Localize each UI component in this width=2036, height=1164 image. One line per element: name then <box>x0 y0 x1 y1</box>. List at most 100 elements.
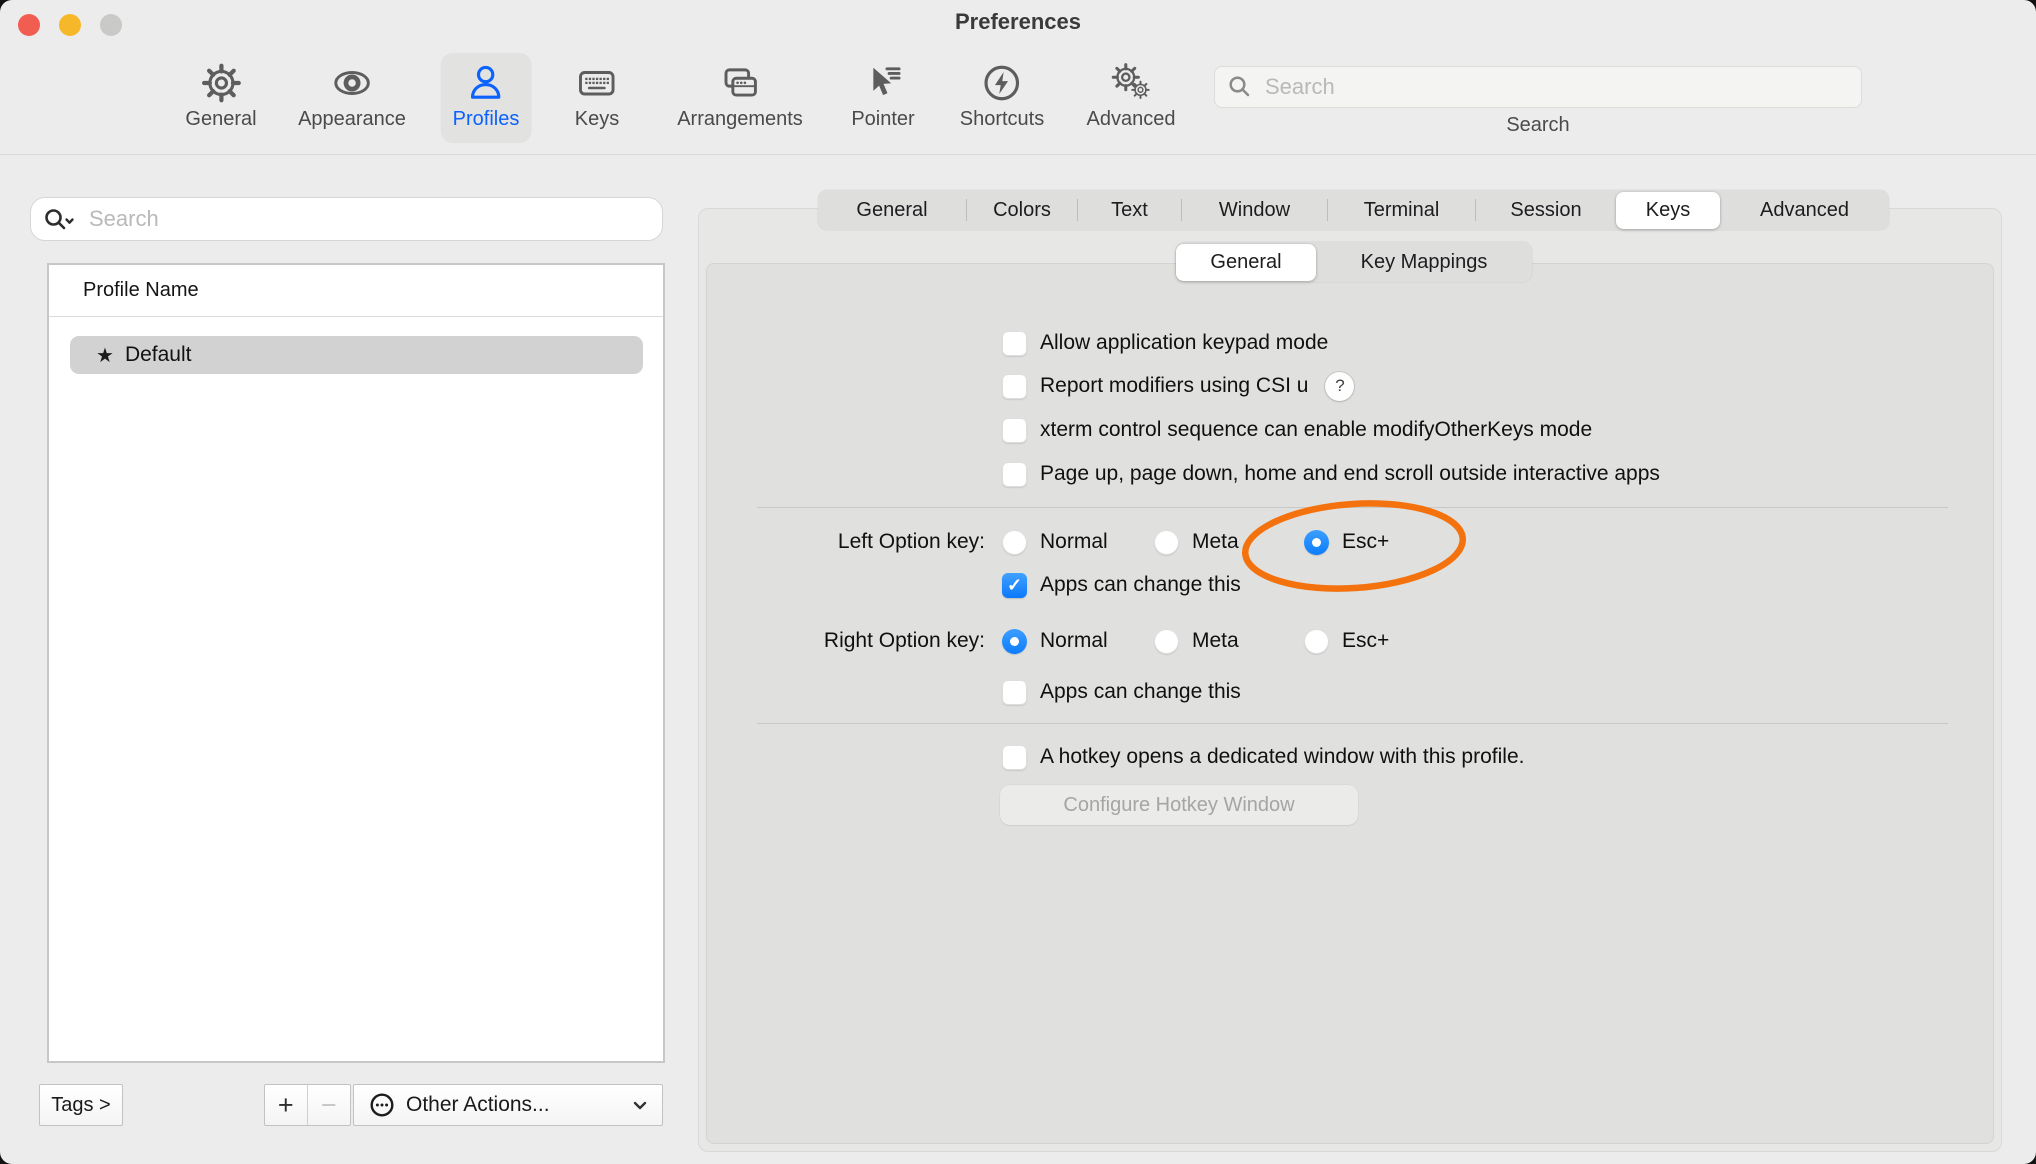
search-icon <box>1227 74 1253 100</box>
checkbox-label: xterm control sequence can enable modify… <box>1040 415 1592 445</box>
radio-button[interactable] <box>1154 629 1179 654</box>
gears-icon <box>1109 59 1153 107</box>
toolbar-item-shortcuts[interactable]: Shortcuts <box>948 53 1056 143</box>
preferences-window: Preferences General Appearance Profiles … <box>0 0 2036 1164</box>
checkbox-hotkey[interactable] <box>1002 745 1027 770</box>
configure-hotkey-window-button: Configure Hotkey Window <box>1000 785 1358 825</box>
tab-text[interactable]: Text <box>1078 190 1181 230</box>
toolbar-item-label: Advanced <box>1087 108 1176 131</box>
subtab-general[interactable]: General <box>1176 244 1316 281</box>
radio-right-option-esc[interactable]: Esc+ <box>1304 626 1389 656</box>
bolt-icon <box>981 59 1023 107</box>
tab-general[interactable]: General <box>818 190 966 230</box>
tags-button[interactable]: Tags > <box>39 1084 123 1126</box>
keyboard-icon <box>576 59 618 107</box>
radio-button[interactable] <box>1002 530 1027 555</box>
toolbar-search-caption: Search <box>1214 114 1862 137</box>
checkbox-checked[interactable]: ✓ <box>1002 573 1027 598</box>
radio-left-option-normal[interactable]: Normal <box>1002 527 1108 557</box>
radio-left-option-meta[interactable]: Meta <box>1154 527 1239 557</box>
checkbox-label: Apps can change this <box>1040 677 1241 707</box>
search-filter-icon <box>43 206 77 232</box>
toolbar-item-general[interactable]: General <box>173 53 268 143</box>
radio-left-option-esc[interactable]: Esc+ <box>1304 527 1389 557</box>
toolbar-item-profiles[interactable]: Profiles <box>441 53 532 143</box>
tab-advanced[interactable]: Advanced <box>1720 190 1889 230</box>
tab-keys[interactable]: Keys <box>1616 192 1720 229</box>
toolbar-item-label: Pointer <box>851 108 914 131</box>
radio-button-selected[interactable] <box>1002 629 1027 654</box>
checkbox-csi-u[interactable] <box>1002 374 1027 399</box>
tab-session[interactable]: Session <box>1476 190 1616 230</box>
other-actions-label: Other Actions... <box>406 1093 550 1117</box>
row-hotkey-window[interactable]: A hotkey opens a dedicated window with t… <box>1002 742 1524 772</box>
row-csi-u[interactable]: Report modifiers using CSI u ? <box>1002 371 1354 401</box>
other-actions-button[interactable]: Other Actions... <box>353 1084 663 1126</box>
add-remove-group: + − <box>264 1084 351 1126</box>
checkbox-label: Report modifiers using CSI u <box>1040 371 1308 401</box>
toolbar-item-appearance[interactable]: Appearance <box>286 53 418 143</box>
row-page-scroll[interactable]: Page up, page down, home and end scroll … <box>1002 459 1660 489</box>
tab-colors[interactable]: Colors <box>967 190 1077 230</box>
toolbar-search-field[interactable] <box>1214 66 1862 108</box>
window-title: Preferences <box>0 9 2036 35</box>
checkbox-label: Allow application keypad mode <box>1040 328 1328 358</box>
toolbar-item-label: Shortcuts <box>960 108 1044 131</box>
keys-subtab-bar: General Key Mappings <box>1176 242 1532 282</box>
radio-label: Normal <box>1040 527 1108 557</box>
toolbar-item-advanced[interactable]: Advanced <box>1075 53 1188 143</box>
profile-list: Profile Name ★ Default <box>47 263 665 1063</box>
radio-right-option-normal[interactable]: Normal <box>1002 626 1108 656</box>
person-icon <box>465 59 507 107</box>
toolbar-divider <box>0 154 2036 155</box>
left-option-key-label: Left Option key: <box>700 527 985 557</box>
remove-profile-button[interactable]: − <box>308 1085 351 1125</box>
tab-terminal[interactable]: Terminal <box>1328 190 1475 230</box>
radio-button[interactable] <box>1154 530 1179 555</box>
row-left-apps-can-change[interactable]: ✓ Apps can change this <box>1002 570 1241 600</box>
checkbox-page-scroll[interactable] <box>1002 462 1027 487</box>
add-profile-button[interactable]: + <box>265 1085 308 1125</box>
section-divider <box>757 723 1948 724</box>
toolbar-item-label: General <box>185 108 256 131</box>
row-right-apps-can-change[interactable]: Apps can change this <box>1002 677 1241 707</box>
section-divider <box>757 507 1948 508</box>
help-button[interactable]: ? <box>1325 372 1354 401</box>
profile-name: Default <box>125 343 192 367</box>
checkbox-keypad-mode[interactable] <box>1002 331 1027 356</box>
star-icon: ★ <box>96 343 114 368</box>
right-option-key-label: Right Option key: <box>700 626 985 656</box>
checkbox-label: Apps can change this <box>1040 570 1241 600</box>
profile-list-header: Profile Name <box>49 265 663 317</box>
toolbar-item-arrangements[interactable]: Arrangements <box>665 53 815 143</box>
profile-search-input[interactable] <box>87 205 650 233</box>
checkbox-unchecked[interactable] <box>1002 680 1027 705</box>
circle-ellipsis-icon <box>369 1092 395 1118</box>
radio-button[interactable] <box>1304 629 1329 654</box>
toolbar-search-input[interactable] <box>1263 73 1849 101</box>
subtab-key-mappings[interactable]: Key Mappings <box>1316 242 1532 282</box>
checkbox-label: A hotkey opens a dedicated window with t… <box>1040 742 1524 772</box>
profile-row-default[interactable]: ★ Default <box>70 336 643 374</box>
radio-label: Meta <box>1192 626 1239 656</box>
tab-window[interactable]: Window <box>1182 190 1327 230</box>
toolbar-item-label: Arrangements <box>677 108 803 131</box>
profile-search-field[interactable] <box>30 197 663 241</box>
radio-label: Esc+ <box>1342 527 1389 557</box>
eye-icon <box>331 59 373 107</box>
row-modify-other-keys[interactable]: xterm control sequence can enable modify… <box>1002 415 1592 445</box>
gear-icon <box>200 59 242 107</box>
radio-right-option-meta[interactable]: Meta <box>1154 626 1239 656</box>
profile-tab-bar: General Colors Text Window Terminal Sess… <box>818 190 1889 230</box>
toolbar-item-label: Profiles <box>453 108 520 131</box>
toolbar-item-keys[interactable]: Keys <box>563 53 631 143</box>
chevron-down-icon <box>633 1101 647 1110</box>
checkbox-modify-other-keys[interactable] <box>1002 418 1027 443</box>
toolbar-item-pointer[interactable]: Pointer <box>839 53 926 143</box>
toolbar-item-label: Appearance <box>298 108 406 131</box>
radio-label: Esc+ <box>1342 626 1389 656</box>
row-keypad-mode[interactable]: Allow application keypad mode <box>1002 328 1328 358</box>
radio-button-selected[interactable] <box>1304 530 1329 555</box>
windows-icon <box>719 59 761 107</box>
radio-label: Meta <box>1192 527 1239 557</box>
